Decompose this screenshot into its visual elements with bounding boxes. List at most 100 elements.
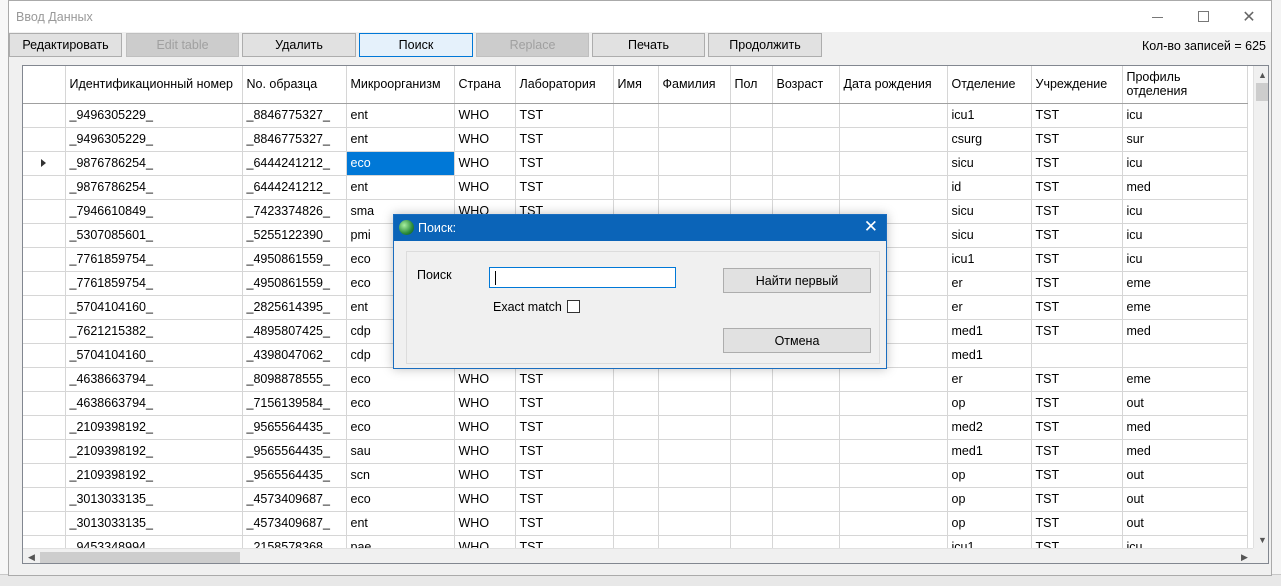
table-cell[interactable]: sicu: [947, 199, 1032, 224]
table-cell[interactable]: out: [1122, 511, 1248, 536]
table-row[interactable]: _2109398192_ _9565564435_ eco WHO TST med2 TST…: [23, 415, 1248, 440]
row-header[interactable]: [23, 199, 66, 224]
table-cell[interactable]: _8846775327_: [242, 103, 347, 128]
table-cell[interactable]: WHO: [454, 415, 516, 440]
table-cell[interactable]: TST: [1031, 247, 1123, 272]
table-cell[interactable]: op: [947, 487, 1032, 512]
table-cell[interactable]: WHO: [454, 175, 516, 200]
column-header[interactable]: Возраст: [772, 66, 840, 104]
table-cell[interactable]: TST: [1031, 463, 1123, 488]
table-cell[interactable]: WHO: [454, 439, 516, 464]
scroll-up-icon[interactable]: ▲: [1254, 66, 1268, 83]
table-cell[interactable]: med: [1122, 175, 1248, 200]
table-row[interactable]: _3013033135_ _4573409687_ eco WHO TST op TST ou…: [23, 487, 1248, 512]
table-cell[interactable]: _4950861559_: [242, 271, 347, 296]
table-cell[interactable]: eco: [346, 151, 455, 176]
table-cell[interactable]: TST: [1031, 511, 1123, 536]
table-row[interactable]: _9876786254_ _6444241212_ ent WHO TST id TST me…: [23, 175, 1248, 200]
table-cell[interactable]: [730, 415, 773, 440]
row-header[interactable]: [23, 463, 66, 488]
table-row[interactable]: _9876786254_ _6444241212_ eco WHO TST sicu TST…: [23, 151, 1248, 176]
edit-button[interactable]: Редактировать: [9, 33, 122, 57]
table-cell[interactable]: _5255122390_: [242, 223, 347, 248]
row-header[interactable]: [23, 103, 66, 128]
table-cell[interactable]: op: [947, 511, 1032, 536]
table-cell[interactable]: WHO: [454, 487, 516, 512]
row-header[interactable]: [23, 343, 66, 368]
scroll-down-icon[interactable]: ▼: [1254, 531, 1268, 548]
table-cell[interactable]: TST: [515, 127, 614, 152]
table-cell[interactable]: [613, 487, 659, 512]
row-header[interactable]: [23, 319, 66, 344]
table-cell[interactable]: TST: [515, 463, 614, 488]
table-cell[interactable]: _5704104160_: [65, 343, 243, 368]
dialog-close-icon[interactable]: ✕: [864, 218, 878, 236]
table-row[interactable]: _2109398192_ _9565564435_ sau WHO TST med1 TST…: [23, 439, 1248, 464]
table-cell[interactable]: icu: [1122, 247, 1248, 272]
table-cell[interactable]: [658, 151, 731, 176]
table-cell[interactable]: _9876786254_: [65, 151, 243, 176]
table-cell[interactable]: scn: [346, 463, 455, 488]
row-header[interactable]: [23, 391, 66, 416]
column-header[interactable]: Дата рождения: [839, 66, 948, 104]
column-header[interactable]: Учреждение: [1031, 66, 1123, 104]
table-cell[interactable]: _2825614395_: [242, 295, 347, 320]
table-cell[interactable]: [730, 439, 773, 464]
table-cell[interactable]: [772, 175, 840, 200]
table-cell[interactable]: ent: [346, 103, 455, 128]
table-cell[interactable]: [613, 415, 659, 440]
table-cell[interactable]: eme: [1122, 295, 1248, 320]
table-cell[interactable]: [658, 487, 731, 512]
table-row[interactable]: _9496305229_ _8846775327_ ent WHO TST icu1 TST…: [23, 103, 1248, 128]
table-cell[interactable]: TST: [1031, 295, 1123, 320]
table-cell[interactable]: _2109398192_: [65, 415, 243, 440]
table-cell[interactable]: TST: [1031, 175, 1123, 200]
row-header[interactable]: [23, 295, 66, 320]
table-cell[interactable]: [772, 487, 840, 512]
table-cell[interactable]: TST: [515, 439, 614, 464]
edit-table-button[interactable]: Edit table: [126, 33, 239, 57]
table-cell[interactable]: op: [947, 391, 1032, 416]
table-cell[interactable]: [730, 391, 773, 416]
table-cell[interactable]: [613, 175, 659, 200]
cancel-button[interactable]: Отмена: [723, 328, 871, 353]
table-cell[interactable]: TST: [1031, 391, 1123, 416]
table-cell[interactable]: _9496305229_: [65, 103, 243, 128]
row-header[interactable]: [23, 487, 66, 512]
table-cell[interactable]: [1122, 343, 1248, 368]
table-cell[interactable]: WHO: [454, 151, 516, 176]
table-cell[interactable]: [613, 511, 659, 536]
table-cell[interactable]: _9565564435_: [242, 439, 347, 464]
table-cell[interactable]: sau: [346, 439, 455, 464]
column-header[interactable]: Профиль отделения: [1122, 66, 1248, 104]
table-cell[interactable]: csurg: [947, 127, 1032, 152]
table-cell[interactable]: TST: [1031, 151, 1123, 176]
table-cell[interactable]: TST: [1031, 127, 1123, 152]
table-cell[interactable]: TST: [1031, 415, 1123, 440]
table-cell[interactable]: _4895807425_: [242, 319, 347, 344]
table-cell[interactable]: [839, 415, 948, 440]
column-header[interactable]: Пол: [730, 66, 773, 104]
table-cell[interactable]: TST: [1031, 319, 1123, 344]
table-cell[interactable]: TST: [515, 391, 614, 416]
table-cell[interactable]: [772, 463, 840, 488]
replace-button[interactable]: Replace: [476, 33, 589, 57]
table-cell[interactable]: sicu: [947, 151, 1032, 176]
table-cell[interactable]: [730, 127, 773, 152]
table-cell[interactable]: [772, 103, 840, 128]
table-cell[interactable]: TST: [515, 103, 614, 128]
table-cell[interactable]: [613, 391, 659, 416]
column-header[interactable]: Фамилия: [658, 66, 731, 104]
table-cell[interactable]: [839, 487, 948, 512]
row-header[interactable]: [23, 175, 66, 200]
table-cell[interactable]: WHO: [454, 367, 516, 392]
table-cell[interactable]: [658, 463, 731, 488]
table-cell[interactable]: er: [947, 271, 1032, 296]
table-cell[interactable]: med1: [947, 343, 1032, 368]
row-header[interactable]: [23, 415, 66, 440]
table-cell[interactable]: [613, 463, 659, 488]
maximize-button[interactable]: [1180, 1, 1226, 32]
table-cell[interactable]: [658, 175, 731, 200]
table-cell[interactable]: _7946610849_: [65, 199, 243, 224]
table-cell[interactable]: [772, 511, 840, 536]
